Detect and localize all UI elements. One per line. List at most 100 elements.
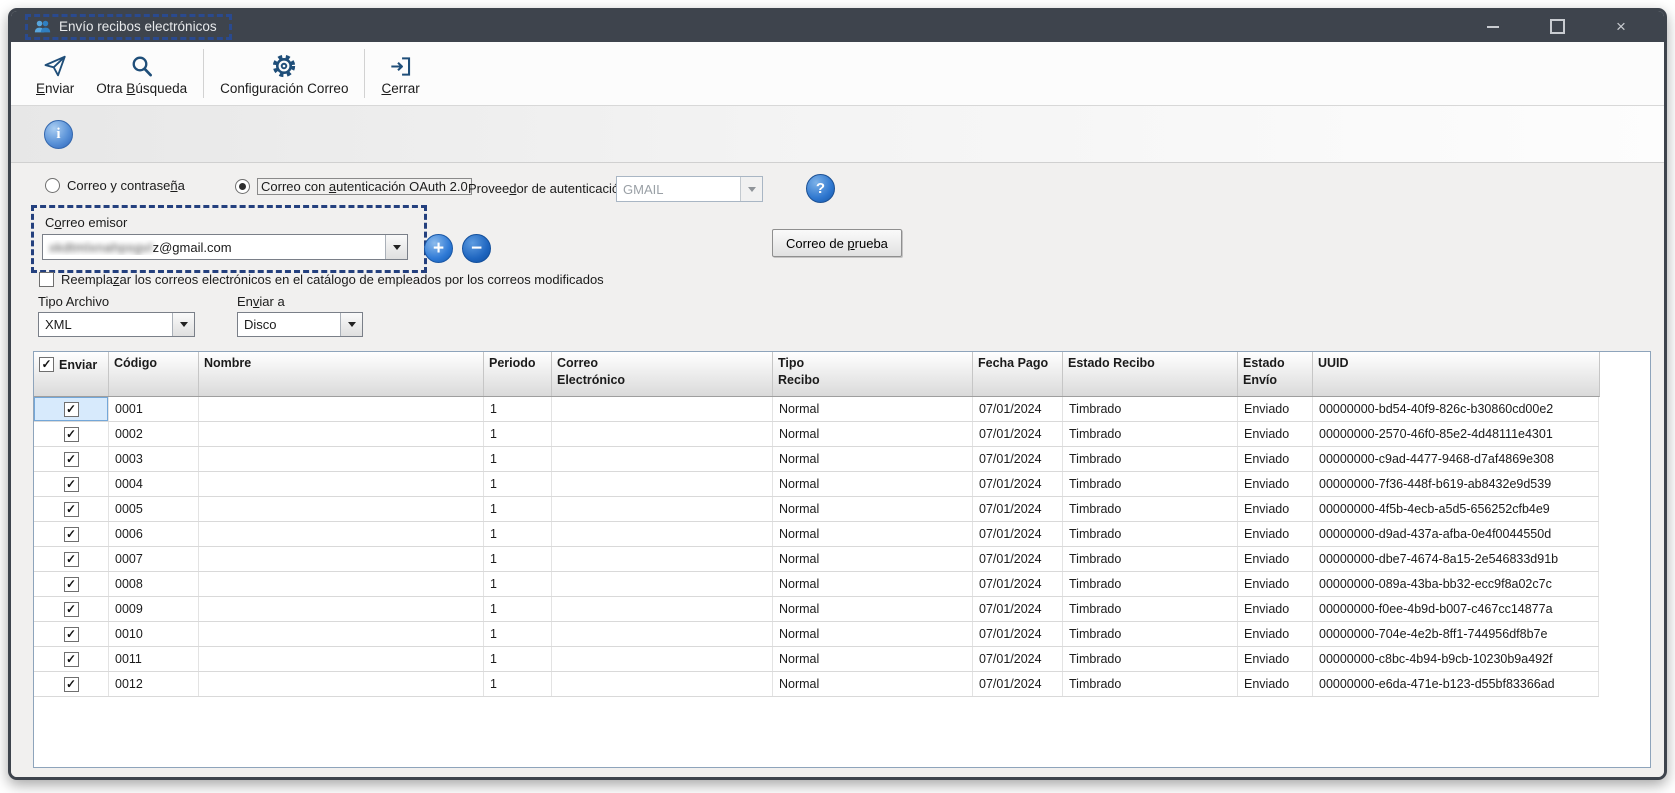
header-nombre: Nombre bbox=[199, 352, 484, 396]
cell-estado-recibo: Timbrado bbox=[1063, 547, 1238, 571]
cell-enviar[interactable] bbox=[34, 497, 109, 521]
paper-plane-icon bbox=[42, 52, 68, 79]
row-checkbox[interactable] bbox=[64, 652, 79, 667]
chevron-down-icon[interactable] bbox=[172, 313, 194, 336]
send-button[interactable]: Enviar bbox=[25, 42, 85, 105]
info-icon: i bbox=[44, 120, 73, 149]
titlebar[interactable]: Envío recibos electrónicos × bbox=[11, 11, 1664, 42]
search-again-button[interactable]: Otra Búsqueda bbox=[85, 42, 198, 105]
row-checkbox[interactable] bbox=[64, 602, 79, 617]
cell-uuid: 00000000-d9ad-437a-afba-0e4f0044550d bbox=[1313, 522, 1599, 546]
cell-correo bbox=[552, 647, 773, 671]
info-banner: i bbox=[11, 106, 1664, 163]
replace-emails-checkbox-row[interactable]: Reemplazar los correos electrónicos en e… bbox=[39, 272, 604, 287]
help-icon[interactable]: ? bbox=[806, 174, 835, 203]
sender-email-select[interactable]: xkdtmlxnahpsgvlz@gmail.com bbox=[42, 234, 408, 260]
cell-enviar[interactable] bbox=[34, 447, 109, 471]
row-checkbox[interactable] bbox=[64, 477, 79, 492]
mail-config-button[interactable]: Configuración Correo bbox=[209, 42, 359, 105]
row-checkbox[interactable] bbox=[64, 627, 79, 642]
send-to-select[interactable]: Disco bbox=[237, 312, 363, 337]
row-checkbox[interactable] bbox=[64, 452, 79, 467]
row-checkbox[interactable] bbox=[64, 402, 79, 417]
radio-circle[interactable] bbox=[235, 179, 250, 194]
row-checkbox[interactable] bbox=[64, 502, 79, 517]
select-all-checkbox[interactable] bbox=[39, 357, 54, 372]
provider-label: Proveedor de autenticación bbox=[468, 181, 626, 196]
cell-enviar[interactable] bbox=[34, 672, 109, 696]
toolbar-separator bbox=[203, 49, 204, 98]
replace-emails-checkbox[interactable] bbox=[39, 272, 54, 287]
cell-estado-recibo: Timbrado bbox=[1063, 622, 1238, 646]
cell-correo bbox=[552, 447, 773, 471]
cell-estado-envio: Enviado bbox=[1238, 672, 1313, 696]
cell-nombre bbox=[199, 672, 484, 696]
row-checkbox[interactable] bbox=[64, 552, 79, 567]
row-checkbox[interactable] bbox=[64, 677, 79, 692]
cell-correo bbox=[552, 547, 773, 571]
maximize-button[interactable] bbox=[1544, 16, 1570, 38]
cell-tipo-recibo: Normal bbox=[773, 647, 973, 671]
row-checkbox[interactable] bbox=[64, 577, 79, 592]
radio-circle[interactable] bbox=[45, 178, 60, 193]
cell-tipo-recibo: Normal bbox=[773, 497, 973, 521]
add-email-button[interactable]: + bbox=[424, 234, 453, 263]
row-checkbox[interactable] bbox=[64, 527, 79, 542]
cell-enviar[interactable] bbox=[34, 472, 109, 496]
remove-email-button[interactable]: − bbox=[462, 234, 491, 263]
table-row: 0010 1 Normal 07/01/2024 Timbrado Enviad… bbox=[34, 622, 1599, 647]
cell-estado-envio: Enviado bbox=[1238, 647, 1313, 671]
cell-uuid: 00000000-c8bc-4b94-b9cb-10230b9a492f bbox=[1313, 647, 1599, 671]
table-row: 0003 1 Normal 07/01/2024 Timbrado Enviad… bbox=[34, 447, 1599, 472]
cell-codigo: 0011 bbox=[109, 647, 199, 671]
header-enviar-label: Enviar bbox=[59, 357, 97, 374]
cell-fecha-pago: 07/01/2024 bbox=[973, 447, 1063, 471]
send-button-label: Enviar bbox=[36, 81, 74, 96]
close-tool-button[interactable]: Cerrar bbox=[370, 42, 430, 105]
cell-enviar[interactable] bbox=[34, 597, 109, 621]
provider-select[interactable]: GMAIL bbox=[616, 176, 763, 202]
radio-oauth-label: Correo con autenticación OAuth 2.0 bbox=[257, 178, 472, 195]
cell-enviar[interactable] bbox=[34, 647, 109, 671]
cell-correo bbox=[552, 597, 773, 621]
header-correo: Correo Electrónico bbox=[552, 352, 773, 396]
test-email-button[interactable]: Correo de prueba bbox=[772, 229, 902, 257]
cell-enviar[interactable] bbox=[34, 572, 109, 596]
cell-enviar[interactable] bbox=[34, 547, 109, 571]
window-controls: × bbox=[1480, 16, 1634, 38]
header-tipo-recibo: Tipo Recibo bbox=[773, 352, 973, 396]
header-enviar: Enviar bbox=[34, 352, 109, 396]
cell-nombre bbox=[199, 397, 484, 421]
main-panel: Correo y contraseña Correo con autentica… bbox=[11, 163, 1664, 777]
chevron-down-icon[interactable] bbox=[340, 313, 362, 336]
cell-enviar[interactable] bbox=[34, 397, 109, 421]
cell-estado-envio: Enviado bbox=[1238, 472, 1313, 496]
radio-correo-contrasena[interactable]: Correo y contraseña bbox=[45, 178, 185, 193]
cell-enviar[interactable] bbox=[34, 422, 109, 446]
radio-oauth[interactable]: Correo con autenticación OAuth 2.0 bbox=[235, 178, 472, 195]
close-button[interactable]: × bbox=[1608, 16, 1634, 38]
cell-tipo-recibo: Normal bbox=[773, 397, 973, 421]
header-estado-envio: Estado Envío bbox=[1238, 352, 1313, 396]
replace-emails-label: Reemplazar los correos electrónicos en e… bbox=[61, 272, 604, 287]
file-type-select[interactable]: XML bbox=[38, 312, 195, 337]
minimize-button[interactable] bbox=[1480, 16, 1506, 38]
cell-estado-recibo: Timbrado bbox=[1063, 572, 1238, 596]
cell-fecha-pago: 07/01/2024 bbox=[973, 547, 1063, 571]
row-checkbox[interactable] bbox=[64, 427, 79, 442]
chevron-down-icon[interactable] bbox=[740, 177, 762, 201]
cell-codigo: 0003 bbox=[109, 447, 199, 471]
cell-estado-envio: Enviado bbox=[1238, 397, 1313, 421]
gear-icon bbox=[271, 52, 297, 79]
cell-uuid: 00000000-089a-43ba-bb32-ecc9f8a02c7c bbox=[1313, 572, 1599, 596]
chevron-down-icon[interactable] bbox=[385, 235, 407, 259]
header-codigo: Código bbox=[109, 352, 199, 396]
cell-uuid: 00000000-bd54-40f9-826c-b30860cd00e2 bbox=[1313, 397, 1599, 421]
table-row: 0011 1 Normal 07/01/2024 Timbrado Enviad… bbox=[34, 647, 1599, 672]
cell-estado-recibo: Timbrado bbox=[1063, 522, 1238, 546]
mail-config-button-label: Configuración Correo bbox=[220, 81, 348, 96]
cell-enviar[interactable] bbox=[34, 522, 109, 546]
cell-estado-envio: Enviado bbox=[1238, 447, 1313, 471]
cell-enviar[interactable] bbox=[34, 622, 109, 646]
cell-estado-recibo: Timbrado bbox=[1063, 647, 1238, 671]
